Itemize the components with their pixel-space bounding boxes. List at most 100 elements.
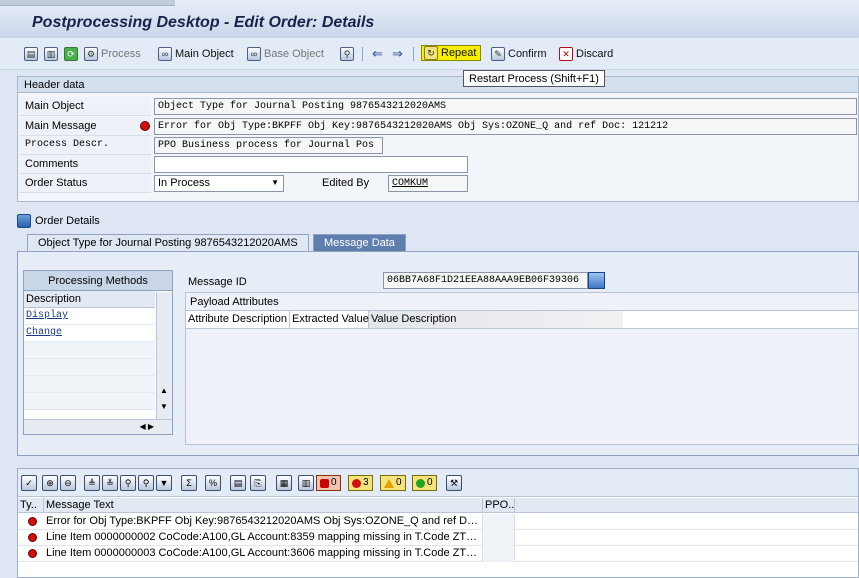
list-item [24,342,155,359]
base-object-button[interactable]: ∞ Base Object [247,46,324,62]
filter-icon[interactable]: ▼ [156,475,172,491]
comments-input[interactable] [154,156,468,173]
horizontal-scrollbar[interactable]: ◀ ▶ [24,419,172,434]
glasses-icon: ∞ [247,47,261,61]
sort-ascending-icon[interactable]: ≜ [84,475,100,491]
display-message-button[interactable] [588,272,605,289]
error-count-badge[interactable]: 3 [348,475,373,491]
save-button[interactable]: ▤ [24,46,38,62]
main-message-row: Main Message Error for Obj Type:BKPFF Ob… [19,117,858,136]
processing-methods-table: Processing Methods Description Display C… [23,270,173,435]
table-row[interactable]: Error for Obj Type:BKPFF Obj Key:9876543… [18,514,858,530]
main-object-label: Main Object [19,97,151,116]
warning-count: 0 [396,477,402,488]
ppo-column-header[interactable]: PPO.. [483,498,515,513]
alv-toolbar: ✓ ⊕ ⊖ ≜ ≚ ⚲ ⚲ ▼ Σ % ▤ ⎘ ▦ ▥ 0 3 0 0 ⚒ [18,469,858,497]
description-column-header[interactable]: Description [24,291,155,308]
vertical-scrollbar[interactable]: ▲ ▼ [156,292,172,420]
message-id-field[interactable]: 06BB7A68F1D21EEA88AAA9EB06F39306 [383,272,588,289]
comments-row: Comments [19,155,858,174]
grid-icon[interactable]: ▥ [298,475,314,491]
attribute-description-header[interactable]: Attribute Description [186,311,290,328]
refresh-button[interactable]: ⟳ [64,46,78,62]
method-display[interactable]: Display [24,308,155,325]
process-descr-field[interactable]: PPO Business process for Journal Pos [154,137,383,154]
next-button[interactable]: ⇒ [392,46,403,62]
payload-column-headers: Attribute Description Extracted Value Va… [186,311,858,329]
order-status-label: Order Status [19,174,151,193]
process-button[interactable]: ⚙ Process [84,46,141,62]
processing-methods-title: Processing Methods [24,271,172,291]
error-count: 3 [363,477,369,488]
discard-button[interactable]: ✕ Discard [559,46,613,62]
stop-count-badge[interactable]: 0 [316,475,341,491]
message-grid-header: Ty.. Message Text PPO.. [18,498,858,513]
header-data-title: Header data [18,77,858,93]
find-icon: ⚲ [340,47,354,61]
previous-button[interactable]: ⇐ [372,46,383,62]
toolbar-separator [362,47,363,61]
layout-icon[interactable]: ▦ [276,475,292,491]
type-column-header[interactable]: Ty.. [18,498,44,513]
scroll-up-icon[interactable]: ▲ [160,386,168,395]
sum-icon[interactable]: Σ [181,475,197,491]
success-count-badge[interactable]: 0 [412,475,437,491]
error-status-icon [28,549,37,558]
sort-descending-icon[interactable]: ≚ [102,475,118,491]
arrow-left-icon: ⇐ [372,46,383,61]
toolbar-separator [413,47,414,61]
stop-icon [320,478,329,488]
dropdown-arrow-icon: ▼ [271,178,279,187]
list-item [24,376,155,393]
comments-label: Comments [19,155,151,174]
page-title: Postprocessing Desktop - Edit Order: Det… [32,14,375,31]
main-object-field[interactable]: Object Type for Journal Posting 98765432… [154,98,857,115]
where-used-button[interactable]: ⚲ [340,46,354,62]
edited-by-field[interactable]: COMKUM [388,175,468,192]
payload-attributes-title: Payload Attributes [186,293,858,311]
message-text-cell: Error for Obj Type:BKPFF Obj Key:9876543… [44,514,483,530]
tab-message-data[interactable]: Message Data [313,234,406,251]
confirm-label: Confirm [508,48,547,60]
confirm-icon: ✎ [491,47,505,61]
order-status-select[interactable]: In Process ▼ [154,175,284,192]
print-button[interactable]: ▥ [44,46,58,62]
order-status-row: Order Status In Process ▼ Edited By COMK… [19,174,858,193]
table-row[interactable]: Line Item 0000000003 CoCode:A100,GL Acco… [18,546,858,562]
zoom-out-icon[interactable]: ⊖ [60,475,76,491]
warning-icon [384,478,394,488]
scroll-right-icon[interactable]: ▶ [148,422,154,431]
value-description-header[interactable]: Value Description [369,311,623,328]
scroll-left-icon[interactable]: ◀ [139,422,145,431]
repeat-button[interactable]: ↻ Repeat [421,45,482,61]
process-label: Process [101,48,141,60]
table-row[interactable]: Line Item 0000000002 CoCode:A100,GL Acco… [18,530,858,546]
message-log-panel: ✓ ⊕ ⊖ ≜ ≚ ⚲ ⚲ ▼ Σ % ▤ ⎘ ▦ ▥ 0 3 0 0 ⚒ Ty… [17,468,859,578]
confirm-button[interactable]: ✎ Confirm [491,46,547,62]
find-icon[interactable]: ⚲ [120,475,136,491]
settings-icon[interactable]: ⚒ [446,475,462,491]
main-message-field[interactable]: Error for Obj Type:BKPFF Obj Key:9876543… [154,118,857,135]
tab-strip: Object Type for Journal Posting 98765432… [17,234,859,251]
warning-count-badge[interactable]: 0 [380,475,406,491]
message-text-column-header[interactable]: Message Text [44,498,483,513]
success-count: 0 [427,477,433,488]
repeat-tooltip: Restart Process (Shift+F1) [463,70,605,87]
details-icon[interactable]: ✓ [21,475,37,491]
process-descr-row: Process Descr. PPO Business process for … [19,136,858,155]
export-icon[interactable]: ⎘ [250,475,266,491]
message-text-cell: Line Item 0000000002 CoCode:A100,GL Acco… [44,530,483,546]
tab-object-type[interactable]: Object Type for Journal Posting 98765432… [27,234,309,251]
method-change[interactable]: Change [24,325,155,342]
print-preview-icon[interactable]: ▤ [230,475,246,491]
window-tab-stub [0,0,175,6]
extracted-value-header[interactable]: Extracted Value [290,311,369,328]
repeat-label: Repeat [441,47,477,59]
subtotal-icon[interactable]: % [205,475,221,491]
order-details-toggle[interactable]: Order Details [17,214,100,228]
main-object-button[interactable]: ∞ Main Object [158,46,234,62]
process-icon: ⚙ [84,47,98,61]
zoom-in-icon[interactable]: ⊕ [42,475,58,491]
scroll-down-icon[interactable]: ▼ [160,402,168,411]
find-next-icon[interactable]: ⚲ [138,475,154,491]
